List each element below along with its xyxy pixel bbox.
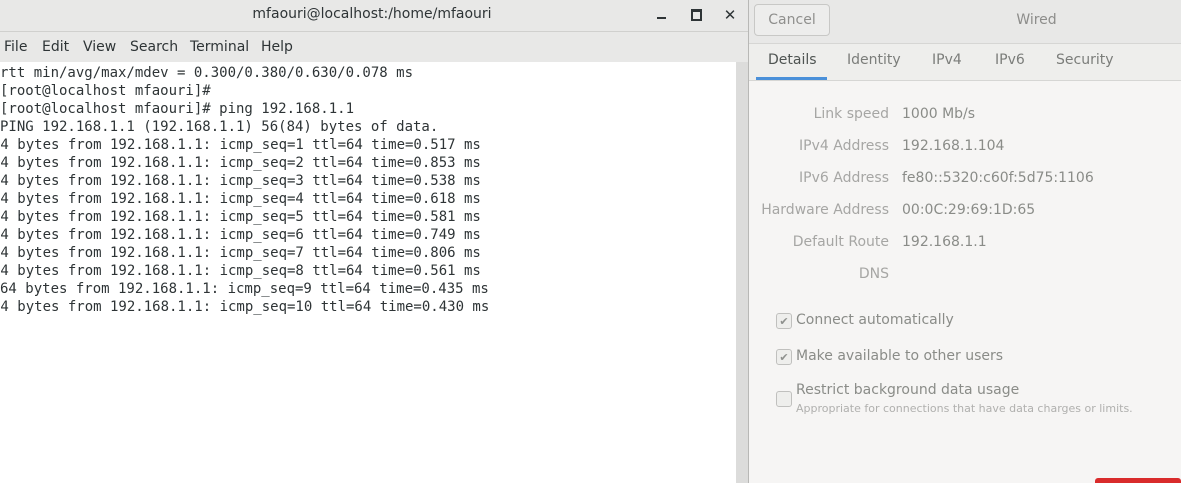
ipv4-address-value: 192.168.1.104 xyxy=(902,138,1005,154)
minimize-icon xyxy=(656,17,666,19)
menu-view[interactable]: View xyxy=(83,39,116,55)
menu-file[interactable]: File xyxy=(4,39,27,55)
terminal-line: PING 192.168.1.1 (192.168.1.1) 56(84) by… xyxy=(0,119,439,135)
menu-search[interactable]: Search xyxy=(130,39,178,55)
dialog-title: Wired xyxy=(1016,12,1057,28)
default-route-label: Default Route xyxy=(792,234,889,250)
close-icon: ✕ xyxy=(723,5,737,24)
menu-edit[interactable]: Edit xyxy=(42,39,69,55)
terminal-line: [root@localhost mfaouri]# ping 192.168.1… xyxy=(0,101,355,117)
dialog-header: Cancel Wired xyxy=(749,0,1181,44)
tab-ipv4[interactable]: IPv4 xyxy=(932,52,962,68)
tab-bar: Details Identity IPv4 IPv6 Security xyxy=(749,44,1181,81)
terminal-line: 64 bytes from 192.168.1.1: icmp_seq=2 tt… xyxy=(0,155,481,171)
terminal-window: mfaouri@localhost:/home/mfaouri ✕ File E… xyxy=(0,0,749,483)
tab-details[interactable]: Details xyxy=(768,52,817,68)
terminal-line: 64 bytes from 192.168.1.1: icmp_seq=4 tt… xyxy=(0,191,481,207)
ipv6-address-value: fe80::5320:c60f:5d75:1106 xyxy=(902,170,1094,186)
restrict-background-data-checkbox[interactable] xyxy=(776,391,792,407)
close-button[interactable]: ✕ xyxy=(720,5,740,25)
checkmark-icon: ✔ xyxy=(779,350,789,364)
checkmark-icon: ✔ xyxy=(779,314,789,328)
terminal-line: 64 bytes from 192.168.1.1: icmp_seq=3 tt… xyxy=(0,173,481,189)
ipv6-address-label: IPv6 Address xyxy=(799,170,889,186)
terminal-line: 64 bytes from 192.168.1.1: icmp_seq=7 tt… xyxy=(0,245,481,261)
link-speed-label: Link speed xyxy=(813,106,889,122)
terminal-line: 64 bytes from 192.168.1.1: icmp_seq=8 tt… xyxy=(0,263,481,279)
terminal-line: 64 bytes from 192.168.1.1: icmp_seq=9 tt… xyxy=(0,281,489,297)
terminal-menubar: File Edit View Search Terminal Help xyxy=(0,32,748,63)
active-tab-indicator xyxy=(756,77,827,80)
terminal-output[interactable]: rtt min/avg/max/mdev = 0.300/0.380/0.630… xyxy=(0,62,736,483)
apply-button-edge[interactable] xyxy=(1095,478,1181,483)
minimize-button[interactable] xyxy=(651,5,671,25)
terminal-line: [root@localhost mfaouri]# xyxy=(0,83,211,99)
hardware-address-label: Hardware Address xyxy=(761,202,889,218)
connect-automatically-label[interactable]: Connect automatically xyxy=(796,312,954,328)
maximize-icon xyxy=(690,9,702,21)
dns-label: DNS xyxy=(858,266,889,282)
restrict-background-data-hint: Appropriate for connections that have da… xyxy=(796,402,1133,415)
link-speed-value: 1000 Mb/s xyxy=(902,106,976,122)
terminal-line: 64 bytes from 192.168.1.1: icmp_seq=10 t… xyxy=(0,299,490,315)
hardware-address-value: 00:0C:29:69:1D:65 xyxy=(902,202,1036,218)
tab-ipv6[interactable]: IPv6 xyxy=(995,52,1025,68)
connect-automatically-checkbox[interactable]: ✔ xyxy=(776,313,792,329)
wired-settings-dialog: Cancel Wired Details Identity IPv4 IPv6 … xyxy=(749,0,1181,483)
terminal-scrollbar[interactable] xyxy=(736,62,748,483)
tab-security[interactable]: Security xyxy=(1056,52,1114,68)
terminal-line: 64 bytes from 192.168.1.1: icmp_seq=1 tt… xyxy=(0,137,481,153)
maximize-button[interactable] xyxy=(686,5,706,25)
tab-identity[interactable]: Identity xyxy=(847,52,901,68)
terminal-titlebar[interactable]: mfaouri@localhost:/home/mfaouri ✕ xyxy=(0,0,748,32)
available-to-other-users-label[interactable]: Make available to other users xyxy=(796,348,1003,364)
ipv4-address-label: IPv4 Address xyxy=(799,138,889,154)
terminal-line: 64 bytes from 192.168.1.1: icmp_seq=5 tt… xyxy=(0,209,481,225)
terminal-line: 64 bytes from 192.168.1.1: icmp_seq=6 tt… xyxy=(0,227,481,243)
terminal-title: mfaouri@localhost:/home/mfaouri xyxy=(252,6,492,22)
menu-terminal[interactable]: Terminal xyxy=(190,39,249,55)
default-route-value: 192.168.1.1 xyxy=(902,234,987,250)
available-to-other-users-checkbox[interactable]: ✔ xyxy=(776,349,792,365)
restrict-background-data-label[interactable]: Restrict background data usage xyxy=(796,382,1019,398)
terminal-line: rtt min/avg/max/mdev = 0.300/0.380/0.630… xyxy=(0,65,414,81)
menu-help[interactable]: Help xyxy=(261,39,293,55)
